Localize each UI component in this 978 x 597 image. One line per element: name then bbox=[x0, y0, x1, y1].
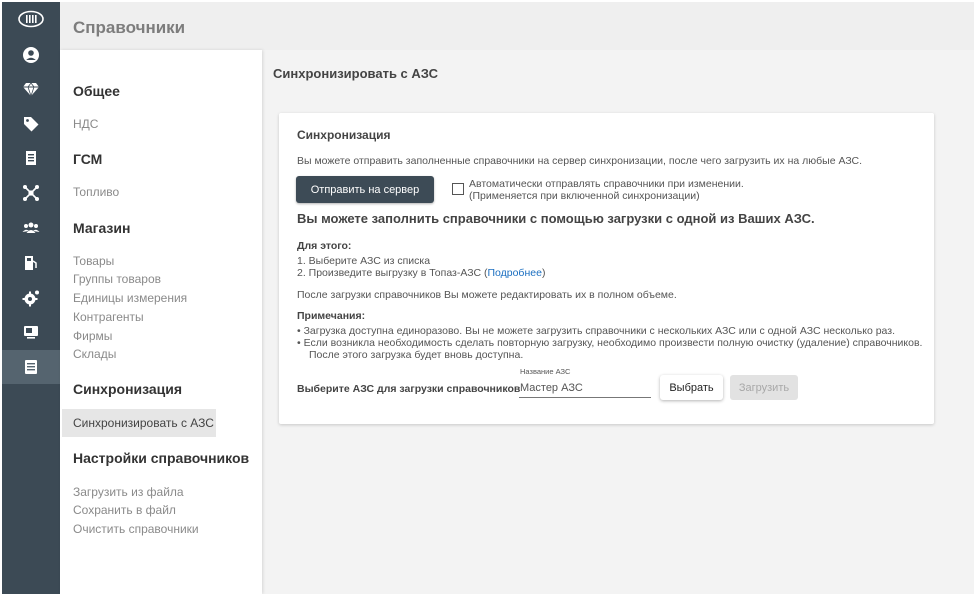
diamond-icon bbox=[23, 82, 39, 98]
after-load-text: После загрузки справочников Вы можете ре… bbox=[297, 289, 677, 301]
more-info-link[interactable]: Подробнее bbox=[487, 267, 541, 279]
nav-item-counterparties[interactable]: Контрагенты bbox=[73, 310, 144, 324]
nav-item-goods-groups[interactable]: Группы товаров bbox=[73, 272, 161, 286]
nav-section-settings: Настройки справочников bbox=[73, 450, 250, 466]
tag-icon bbox=[24, 117, 39, 132]
auto-send-label: Автоматически отправлять справочники при… bbox=[469, 178, 744, 190]
nav-item-vat[interactable]: НДС bbox=[73, 117, 98, 131]
nav-section-shop: Магазин bbox=[73, 220, 131, 236]
step-2: 2. Произведите выгрузку в Топаз-АЗС (Под… bbox=[297, 267, 546, 279]
network-icon bbox=[23, 185, 39, 201]
page-title: Справочники bbox=[73, 18, 186, 37]
list-icon bbox=[25, 360, 37, 374]
note-1: • Загрузка доступна единоразово. Вы не м… bbox=[297, 325, 896, 337]
rail-item-fuel-station[interactable] bbox=[2, 246, 60, 280]
auto-send-checkbox[interactable] bbox=[452, 183, 464, 195]
load-headline: Вы можете заполнить справочники с помощь… bbox=[297, 211, 815, 226]
note-2: • Если возникла необходимость сделать по… bbox=[297, 337, 923, 349]
nav-section-sync: Синхронизация bbox=[73, 381, 183, 397]
rail-item-group[interactable] bbox=[2, 211, 60, 245]
nav-item-goods[interactable]: Товары bbox=[73, 254, 114, 268]
rail-item-diamond[interactable] bbox=[2, 72, 60, 106]
nav-item-firms[interactable]: Фирмы bbox=[73, 329, 112, 343]
icon-rail bbox=[2, 2, 60, 594]
nav-section-general: Общее bbox=[73, 83, 120, 99]
monitor-icon bbox=[24, 326, 38, 339]
rail-item-network[interactable] bbox=[2, 176, 60, 210]
rail-item-directories[interactable] bbox=[2, 350, 60, 384]
step-1: 1. Выберите АЗС из списка bbox=[297, 255, 431, 267]
station-name-input[interactable] bbox=[519, 378, 651, 398]
load-button[interactable]: Загрузить bbox=[730, 375, 798, 400]
nav-item-units[interactable]: Единицы измерения bbox=[73, 291, 187, 305]
document-icon bbox=[26, 151, 36, 165]
app-window: Справочники Общее НДС ГСМ Топливо Магази… bbox=[2, 2, 974, 594]
nav-item-load-from-file[interactable]: Загрузить из файла bbox=[73, 485, 184, 499]
notes-title: Примечания: bbox=[297, 310, 366, 322]
nav-item-sync-station[interactable]: Синхронизировать с АЗС bbox=[73, 416, 214, 430]
nav-item-fuel[interactable]: Топливо bbox=[73, 185, 119, 199]
user-icon bbox=[23, 47, 39, 63]
station-field-label: Название АЗС bbox=[520, 367, 571, 376]
nav-item-save-to-file[interactable]: Сохранить в файл bbox=[73, 503, 176, 517]
sync-card: Синхронизация Вы можете отправить заполн… bbox=[279, 113, 934, 424]
rail-item-user[interactable] bbox=[2, 38, 60, 72]
top-bar: Справочники bbox=[60, 2, 974, 50]
rail-item-tag[interactable] bbox=[2, 107, 60, 141]
topaz-logo[interactable] bbox=[2, 2, 60, 36]
auto-send-hint: (Применяется при включенной синхронизаци… bbox=[469, 190, 700, 202]
fuel-station-icon bbox=[25, 256, 37, 270]
select-button[interactable]: Выбрать bbox=[660, 375, 723, 400]
rail-item-settings[interactable] bbox=[2, 281, 60, 315]
rail-item-monitor[interactable] bbox=[2, 315, 60, 349]
sync-description: Вы можете отправить заполненные справочн… bbox=[297, 155, 863, 167]
nav-item-warehouses[interactable]: Склады bbox=[73, 347, 116, 361]
select-station-label: Выберите АЗС для загрузки справочников bbox=[297, 383, 521, 395]
nav-item-clear-directories[interactable]: Очистить справочники bbox=[73, 522, 199, 536]
note-2-continued: После этого загрузка будет вновь доступн… bbox=[309, 349, 524, 361]
nav-section-fuel: ГСМ bbox=[73, 151, 103, 167]
directories-nav: Общее НДС ГСМ Топливо Магазин Товары Гру… bbox=[60, 50, 262, 594]
card-title: Синхронизация bbox=[297, 128, 391, 142]
section-title: Синхронизировать с АЗС bbox=[273, 66, 438, 81]
rail-item-document[interactable] bbox=[2, 141, 60, 175]
send-to-server-button[interactable]: Отправить на сервер bbox=[296, 176, 434, 203]
topaz-logo-icon bbox=[18, 10, 44, 28]
group-icon bbox=[22, 222, 40, 233]
steps-title: Для этого: bbox=[297, 240, 352, 252]
gear-icon bbox=[22, 290, 39, 307]
